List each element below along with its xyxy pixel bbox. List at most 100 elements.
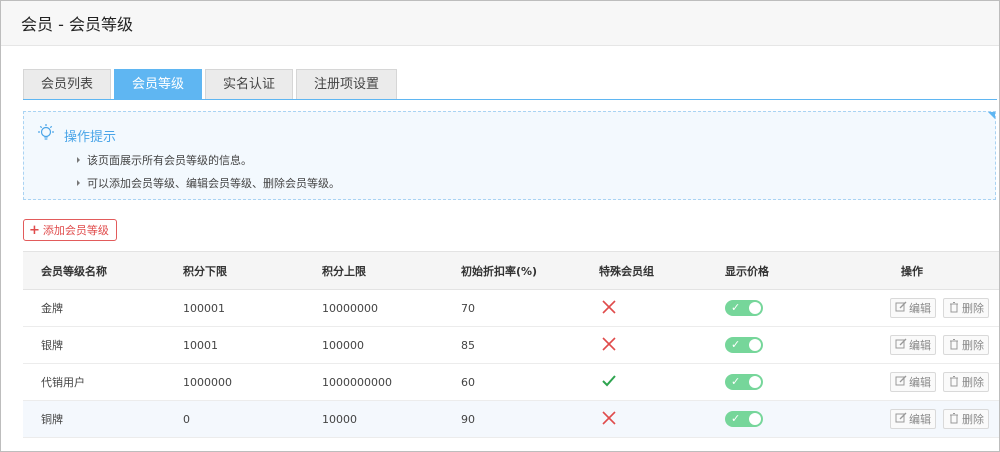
- column-header-min-points: 积分下限: [183, 251, 322, 290]
- tip-line: 该页面展示所有会员等级的信息。: [77, 152, 252, 168]
- edit-icon: [895, 375, 909, 390]
- column-header-actions: 操作: [865, 251, 999, 290]
- cell-max-points: 1000000000: [322, 363, 461, 401]
- edit-label: 编辑: [909, 413, 931, 426]
- toggle-check-icon: ✓: [731, 412, 741, 425]
- cell-show-price: ✓: [725, 289, 865, 327]
- toggle-check-icon: ✓: [731, 301, 741, 314]
- cell-special-group: [599, 289, 725, 327]
- cross-icon[interactable]: [599, 336, 617, 354]
- edit-icon: [895, 301, 909, 316]
- table-row: 银牌 10001 100000 85 ✓ 编辑 删除: [23, 326, 999, 364]
- tab-underline: [23, 99, 997, 100]
- toggle-knob: [749, 376, 761, 388]
- cell-show-price: ✓: [725, 363, 865, 401]
- edit-button[interactable]: 编辑: [890, 409, 936, 429]
- cell-discount-rate: 60: [461, 363, 599, 401]
- edit-icon: [895, 412, 909, 427]
- tips-panel: 操作提示 该页面展示所有会员等级的信息。 可以添加会员等级、编辑会员等级、删除会…: [23, 111, 996, 200]
- tip-text: 可以添加会员等级、编辑会员等级、删除会员等级。: [87, 177, 340, 190]
- cell-actions: 编辑 删除: [865, 326, 999, 364]
- edit-button[interactable]: 编辑: [890, 372, 936, 392]
- cell-actions: 编辑 删除: [865, 289, 999, 327]
- table-header-row: 会员等级名称 积分下限 积分上限 初始折扣率(%) 特殊会员组 显示价格 操作: [23, 251, 999, 290]
- tip-line: 可以添加会员等级、编辑会员等级、删除会员等级。: [77, 175, 340, 191]
- edit-label: 编辑: [909, 376, 931, 389]
- delete-label: 删除: [962, 376, 984, 389]
- cell-max-points: 10000000: [322, 289, 461, 327]
- cell-show-price: ✓: [725, 400, 865, 438]
- edit-icon: [895, 338, 909, 353]
- toggle-knob: [749, 413, 761, 425]
- plus-icon: +: [29, 222, 40, 238]
- bullet-arrow-icon: [77, 180, 80, 186]
- edit-button[interactable]: 编辑: [890, 298, 936, 318]
- delete-label: 删除: [962, 302, 984, 315]
- delete-button[interactable]: 删除: [943, 335, 989, 355]
- cell-max-points: 100000: [322, 326, 461, 364]
- column-header-max-points: 积分上限: [322, 251, 461, 290]
- cell-level-name: 铜牌: [23, 400, 183, 438]
- add-member-level-button[interactable]: + 添加会员等级: [23, 219, 117, 241]
- cell-level-name: 银牌: [23, 326, 183, 364]
- delete-button[interactable]: 删除: [943, 372, 989, 392]
- check-icon[interactable]: [599, 374, 617, 391]
- tip-text: 该页面展示所有会员等级的信息。: [87, 154, 252, 167]
- edit-label: 编辑: [909, 339, 931, 352]
- cell-show-price: ✓: [725, 326, 865, 364]
- table-row: 金牌 100001 10000000 70 ✓ 编辑 删除: [23, 289, 999, 327]
- tab-registration-settings[interactable]: 注册项设置: [296, 69, 398, 99]
- page-title: 会员 - 会员等级: [21, 15, 133, 34]
- tab-bar: 会员列表 会员等级 实名认证 注册项设置: [23, 69, 398, 99]
- cell-min-points: 10001: [183, 326, 322, 364]
- show-price-toggle[interactable]: ✓: [725, 337, 763, 353]
- cell-discount-rate: 90: [461, 400, 599, 438]
- toggle-knob: [749, 302, 761, 314]
- bullet-arrow-icon: [77, 157, 80, 163]
- delete-label: 删除: [962, 339, 984, 352]
- member-level-table: 会员等级名称 积分下限 积分上限 初始折扣率(%) 特殊会员组 显示价格 操作 …: [23, 251, 999, 438]
- column-header-discount-rate: 初始折扣率(%): [461, 251, 599, 290]
- page-header: 会员 - 会员等级: [1, 1, 999, 46]
- trash-icon: [948, 375, 962, 390]
- tab-member-list[interactable]: 会员列表: [23, 69, 112, 99]
- tips-title: 操作提示: [64, 129, 117, 145]
- table-row: 铜牌 0 10000 90 ✓ 编辑 删除: [23, 400, 999, 438]
- cell-level-name: 金牌: [23, 289, 183, 327]
- show-price-toggle[interactable]: ✓: [725, 300, 763, 316]
- column-header-special-group: 特殊会员组: [599, 251, 725, 290]
- cell-min-points: 100001: [183, 289, 322, 327]
- table-body: 金牌 100001 10000000 70 ✓ 编辑 删除 银牌 10001 100000 85 ✓ 编…: [23, 289, 999, 438]
- lightbulb-icon: [36, 123, 64, 147]
- delete-button[interactable]: 删除: [943, 409, 989, 429]
- delete-label: 删除: [962, 413, 984, 426]
- cell-special-group: [599, 400, 725, 438]
- edit-label: 编辑: [909, 302, 931, 315]
- cell-actions: 编辑 删除: [865, 400, 999, 438]
- edit-button[interactable]: 编辑: [890, 335, 936, 355]
- toggle-check-icon: ✓: [731, 375, 741, 388]
- trash-icon: [948, 412, 962, 427]
- toggle-knob: [749, 339, 761, 351]
- tab-member-level[interactable]: 会员等级: [114, 69, 203, 99]
- table-row: 代销用户 1000000 1000000000 60 ✓ 编辑 删除: [23, 363, 999, 401]
- cell-special-group: [599, 326, 725, 364]
- cross-icon[interactable]: [599, 410, 617, 428]
- cross-icon[interactable]: [599, 299, 617, 317]
- cell-min-points: 0: [183, 400, 322, 438]
- add-button-label: 添加会员等级: [42, 224, 109, 237]
- cell-discount-rate: 70: [461, 289, 599, 327]
- show-price-toggle[interactable]: ✓: [725, 374, 763, 390]
- column-header-show-price: 显示价格: [725, 251, 865, 290]
- cell-discount-rate: 85: [461, 326, 599, 364]
- delete-button[interactable]: 删除: [943, 298, 989, 318]
- trash-icon: [948, 338, 962, 353]
- tips-header: 操作提示: [36, 123, 116, 147]
- cell-level-name: 代销用户: [23, 363, 183, 401]
- trash-icon: [948, 301, 962, 316]
- toggle-check-icon: ✓: [731, 338, 741, 351]
- cell-actions: 编辑 删除: [865, 363, 999, 401]
- tab-real-name-auth[interactable]: 实名认证: [205, 69, 294, 99]
- cell-max-points: 10000: [322, 400, 461, 438]
- show-price-toggle[interactable]: ✓: [725, 411, 763, 427]
